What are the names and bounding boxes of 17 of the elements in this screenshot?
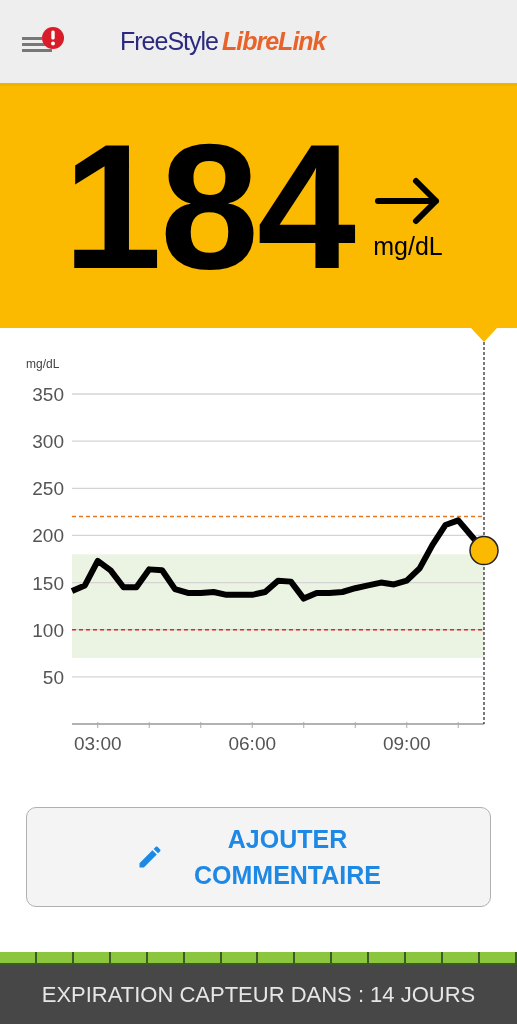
tick-label: 50 bbox=[42, 666, 64, 688]
app-logo: FreeStyle LibreLink bbox=[120, 27, 326, 56]
tick-label: 250 bbox=[32, 478, 64, 500]
tick-label: 200 bbox=[32, 525, 64, 547]
tick-label: 350 bbox=[32, 384, 64, 405]
unit-label: mg/dL bbox=[373, 231, 443, 261]
tick-label: 09:00 bbox=[383, 733, 431, 754]
tick-label: 150 bbox=[32, 572, 64, 594]
tick-label: 06:00 bbox=[228, 733, 276, 754]
tick-label: 03:00 bbox=[74, 733, 122, 754]
sensor-expiry-text: EXPIRATION CAPTEUR DANS : 14 JOURS bbox=[40, 980, 477, 1009]
add-comment-button[interactable]: AJOUTER COMMENTAIRE bbox=[26, 807, 491, 907]
tick-label: 300 bbox=[32, 431, 64, 453]
current-reading-dot bbox=[469, 535, 499, 566]
tick-label: 100 bbox=[32, 619, 64, 641]
axis-label: mg/dL bbox=[26, 357, 60, 371]
glucose-value: 184 bbox=[63, 118, 354, 296]
